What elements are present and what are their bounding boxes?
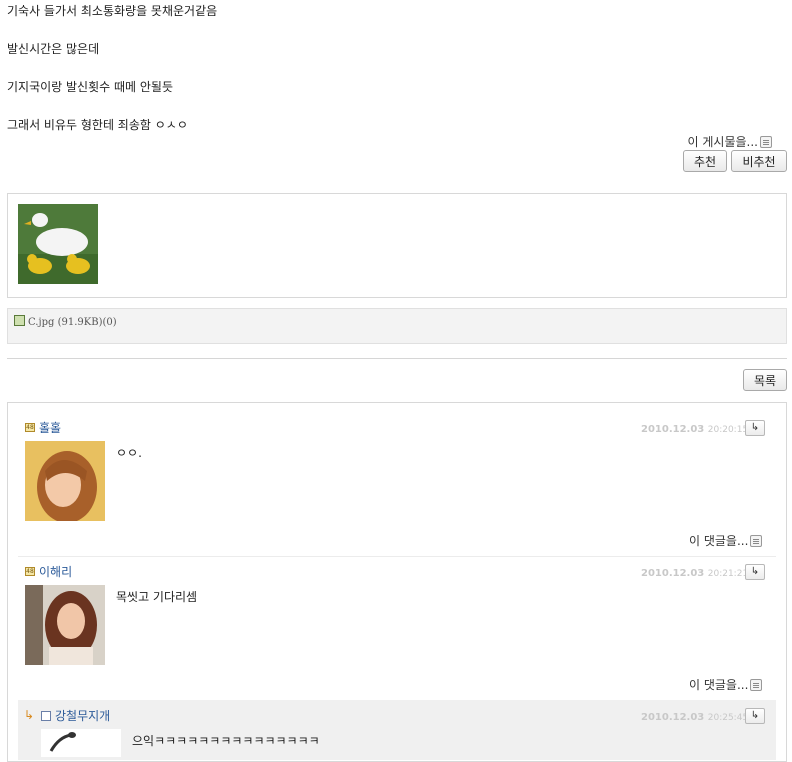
comment-timestamp: 2010.12.03 20:21:21 xyxy=(641,568,748,579)
attachment-link[interactable]: C.jpg (91.9KB)(0) xyxy=(28,317,117,328)
level-badge-icon: 48 xyxy=(25,567,35,576)
menu-icon xyxy=(760,135,772,148)
attachment-filename: C.jpg xyxy=(28,317,55,328)
comment-author[interactable]: 홀홀 xyxy=(39,419,61,436)
menu-icon xyxy=(750,678,763,691)
comment-menu-label: 이 댓글을... xyxy=(689,678,749,692)
comment-timestamp: 2010.12.03 20:25:45 xyxy=(641,712,748,723)
comment-divider xyxy=(18,556,776,557)
separator xyxy=(7,358,787,359)
comment-text: 으익ㅋㅋㅋㅋㅋㅋㅋㅋㅋㅋㅋㅋㅋㅋㅋ xyxy=(132,734,320,748)
comment-date: 2010.12.03 xyxy=(641,712,705,723)
post-line-4: 그래서 비유두 형한테 죄송함 ㅇㅅㅇ xyxy=(7,118,188,132)
reply-icon[interactable]: ↳ xyxy=(745,564,765,580)
comment-time: 20:21:21 xyxy=(707,569,749,579)
comment-menu[interactable]: 이 댓글을... xyxy=(689,676,763,693)
comment-time: 20:25:45 xyxy=(707,713,749,723)
comment-timestamp: 2010.12.03 20:20:15 xyxy=(641,424,748,435)
level-badge-icon: 48 xyxy=(25,423,35,432)
comment-date: 2010.12.03 xyxy=(641,568,705,579)
comment-author[interactable]: 이해리 xyxy=(39,563,72,580)
file-icon xyxy=(14,315,25,326)
post-menu-label: 이 게시물을... xyxy=(687,135,758,149)
reply-comment-bg xyxy=(18,700,776,760)
member-icon xyxy=(41,711,51,721)
menu-icon xyxy=(750,534,763,547)
post-menu[interactable]: 이 게시물을... xyxy=(688,133,772,150)
comment-author[interactable]: 강철무지개 xyxy=(55,707,110,724)
comment-menu-label: 이 댓글을... xyxy=(689,534,749,548)
comment-time: 20:20:15 xyxy=(707,425,749,435)
post-line-3: 기지국이랑 발신횟수 때메 안될듯 xyxy=(7,80,174,94)
attached-image-thumbnail[interactable] xyxy=(18,204,98,284)
avatar xyxy=(25,441,105,521)
recommend-button[interactable]: 추천 xyxy=(683,150,727,172)
not-recommend-button[interactable]: 비추천 xyxy=(731,150,787,172)
reply-icon[interactable]: ↳ xyxy=(745,420,765,436)
comment-date: 2010.12.03 xyxy=(641,424,705,435)
post-line-1: 기숙사 들가서 최소통화량을 못채운거같음 xyxy=(7,4,218,18)
avatar xyxy=(25,585,105,665)
comment-text: ㅇㅇ. xyxy=(116,446,142,460)
attached-image-box xyxy=(7,193,787,298)
reply-arrow-icon: ↳ xyxy=(24,708,35,722)
attachment-bar: C.jpg (91.9KB)(0) xyxy=(7,308,787,344)
post-line-2: 발신시간은 많은데 xyxy=(7,42,100,56)
reply-icon[interactable]: ↳ xyxy=(745,708,765,724)
comment-menu[interactable]: 이 댓글을... xyxy=(689,532,763,549)
avatar xyxy=(41,729,121,757)
comment-text: 목씻고 기다리셈 xyxy=(116,590,198,604)
list-button[interactable]: 목록 xyxy=(743,369,787,391)
attachment-info: (91.9KB)(0) xyxy=(57,317,117,328)
